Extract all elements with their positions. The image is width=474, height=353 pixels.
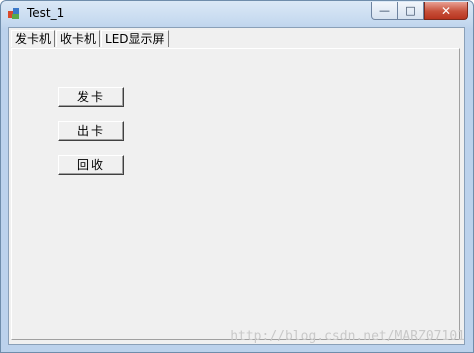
app-icon [8, 8, 19, 19]
close-icon: ✕ [440, 3, 452, 18]
window-title: Test_1 [27, 6, 65, 20]
tab-panel: 发卡 出卡 回收 [11, 48, 460, 340]
tab-led-display[interactable]: LED显示屏 [101, 30, 169, 47]
minimize-icon: — [379, 4, 390, 17]
tab-card-collector[interactable]: 收卡机 [56, 30, 101, 47]
watermark-text: http://blog.csdn.net/MARZ07101 [230, 329, 465, 344]
client-area: 发卡机 收卡机 LED显示屏 发卡 出卡 回收 [8, 27, 465, 345]
issue-card-button[interactable]: 发卡 [58, 87, 124, 107]
card-out-button[interactable]: 出卡 [58, 121, 124, 141]
maximize-button[interactable]: □ [397, 2, 424, 20]
app-window: Test_1 — □ ✕ 发卡机 收卡机 LED显示屏 发卡 出卡 回收 htt… [0, 0, 474, 353]
minimize-button[interactable]: — [371, 2, 398, 20]
recycle-button[interactable]: 回收 [58, 155, 124, 175]
tab-card-dispenser[interactable]: 发卡机 [11, 30, 56, 47]
title-bar[interactable]: Test_1 — □ ✕ [1, 1, 473, 25]
tab-strip: 发卡机 收卡机 LED显示屏 [11, 30, 170, 48]
maximize-icon: □ [405, 4, 416, 17]
close-button[interactable]: ✕ [424, 2, 468, 20]
